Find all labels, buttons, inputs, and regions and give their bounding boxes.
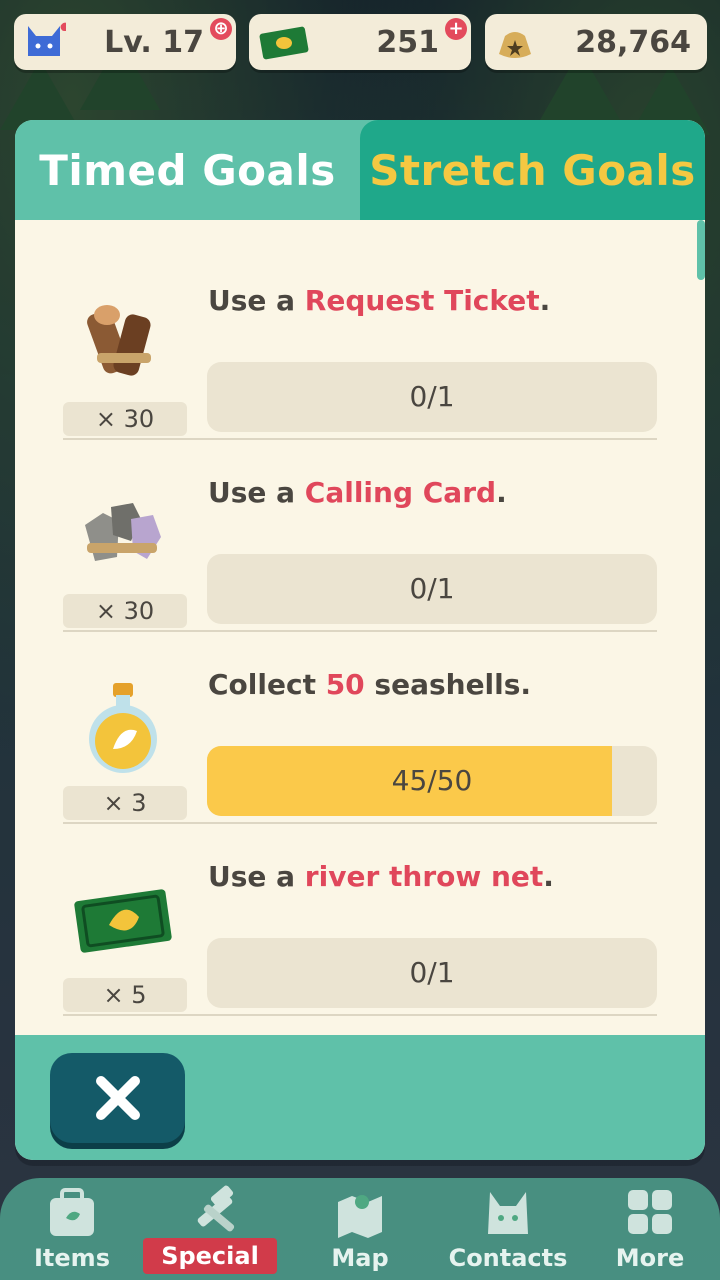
modal-footer: [15, 1035, 705, 1160]
nav-label: Special: [143, 1238, 277, 1274]
leaf-ticket-icon: [74, 889, 172, 953]
level-info-icon[interactable]: ⊕: [210, 18, 232, 40]
goal-text-prefix: Use a: [208, 860, 305, 893]
goal-item: × 30 Use a Request Ticket. 0/1: [63, 248, 657, 440]
goal-text-prefix: Collect: [208, 668, 326, 701]
goal-text-highlight: 50: [325, 668, 365, 701]
essence-bottle-icon: [89, 683, 157, 773]
goal-item: × 3 Collect 50 seashells. 45/50: [63, 632, 657, 824]
nav-label: Map: [331, 1244, 389, 1272]
goal-progress-bar: 0/1: [207, 362, 657, 432]
bells-count: 28,764: [575, 24, 691, 60]
reward-quantity: × 30: [63, 402, 187, 436]
goal-progress-bar: 45/50: [207, 746, 657, 816]
goal-text-prefix: Use a: [208, 284, 305, 317]
wood-bundle-icon: [87, 305, 151, 376]
leaf-ticket-icon: [259, 26, 309, 60]
goal-text-suffix: .: [543, 860, 554, 893]
nav-item-map[interactable]: Map: [288, 1178, 432, 1280]
level-indicator[interactable]: Lv. 17 ⊕: [14, 14, 236, 70]
progress-label: 45/50: [391, 764, 473, 797]
goal-description: Use a river throw net.: [208, 860, 554, 893]
goals-modal: Timed Goals Stretch Goals × 30 Use a Req…: [15, 120, 705, 1160]
goal-text-highlight: Calling Card: [304, 476, 497, 509]
goal-description: Collect 50 seashells.: [208, 668, 531, 701]
goal-description: Use a Calling Card.: [208, 476, 507, 509]
cat-avatar-icon: [28, 22, 66, 56]
grid-icon: [628, 1190, 672, 1234]
nav-label: Contacts: [448, 1244, 568, 1272]
stone-bundle-icon: [85, 503, 161, 561]
add-tickets-icon[interactable]: +: [445, 18, 467, 40]
map-icon: [338, 1195, 382, 1238]
progress-label: 0/1: [409, 572, 455, 605]
nav-item-items[interactable]: Items: [0, 1178, 144, 1280]
nav-item-more[interactable]: More: [578, 1178, 720, 1280]
goal-item: × 5 Use a river throw net. 0/1: [63, 824, 657, 1016]
level-text: Lv. 17: [104, 24, 204, 60]
nav-label: Items: [34, 1244, 110, 1272]
goals-tabs: Timed Goals Stretch Goals: [15, 120, 705, 220]
reward-quantity: × 5: [63, 978, 187, 1012]
tools-icon: [197, 1185, 235, 1232]
goal-text-highlight: river throw net: [304, 860, 544, 893]
goal-list[interactable]: × 30 Use a Request Ticket. 0/1 × 30 Use …: [15, 220, 705, 1035]
leaf-ticket-count: 251: [376, 24, 439, 60]
goal-text-suffix: .: [496, 476, 507, 509]
goal-text-prefix: Use a: [208, 476, 305, 509]
reward-quantity: × 3: [63, 786, 187, 820]
progress-label: 0/1: [409, 956, 455, 989]
bag-icon: [50, 1188, 94, 1236]
reward-quantity: × 30: [63, 594, 187, 628]
nav-label: More: [615, 1244, 685, 1272]
progress-label: 0/1: [409, 380, 455, 413]
bottom-nav: Items Special Map Contacts More: [0, 1178, 720, 1280]
tab-timed-goals[interactable]: Timed Goals: [15, 120, 360, 220]
goal-progress-bar: 0/1: [207, 938, 657, 1008]
bells-counter[interactable]: 28,764: [485, 14, 707, 70]
scrollbar-thumb[interactable]: [697, 220, 705, 280]
cat-face-icon: [488, 1192, 528, 1234]
goal-progress-bar: 0/1: [207, 554, 657, 624]
close-icon: [95, 1076, 140, 1120]
tab-stretch-goals[interactable]: Stretch Goals: [360, 120, 705, 220]
nav-item-special[interactable]: Special: [143, 1178, 287, 1280]
goal-description: Use a Request Ticket.: [208, 284, 550, 317]
goal-text-highlight: Request Ticket: [304, 284, 540, 317]
goal-text-suffix: .: [539, 284, 551, 317]
leaf-ticket-counter[interactable]: 251 +: [249, 14, 471, 70]
goal-item: × 30 Use a Calling Card. 0/1: [63, 440, 657, 632]
bell-bag-icon: [499, 32, 531, 58]
goal-text-suffix: seashells.: [364, 668, 532, 701]
close-button[interactable]: [50, 1053, 185, 1143]
nav-item-contacts[interactable]: Contacts: [436, 1178, 580, 1280]
